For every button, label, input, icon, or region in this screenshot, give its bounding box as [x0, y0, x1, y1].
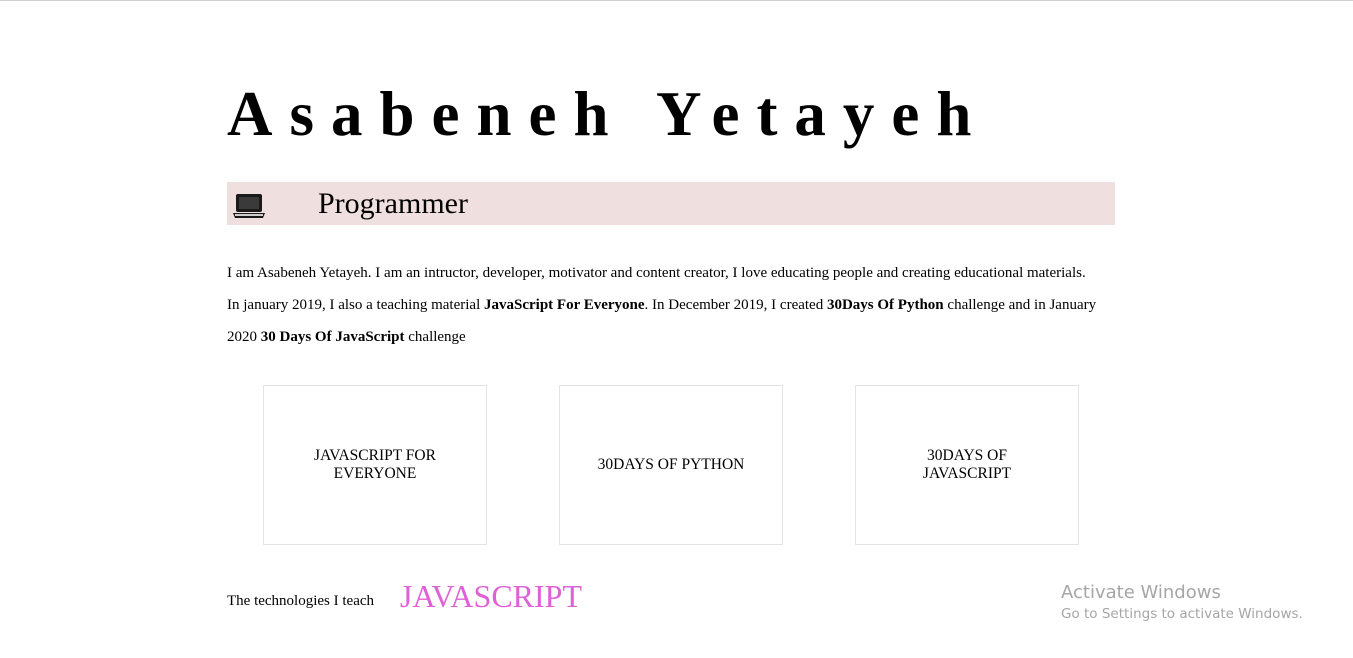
technologies-label: The technologies I teach [227, 593, 375, 609]
technology-name: JAVASCRIPT [400, 578, 583, 614]
top-divider [0, 0, 1353, 1]
activate-windows-watermark: Activate Windows Go to Settings to activ… [1061, 582, 1303, 624]
role-banner: Programmer [227, 182, 1115, 225]
card-label: JAVASCRIPT FOR EVERYONE [314, 447, 436, 483]
card-label: 30DAYS OF JAVASCRIPT [923, 447, 1011, 483]
bio-paragraph: I am Asabeneh Yetayeh. I am an intructor… [227, 257, 1097, 353]
watermark-subtitle: Go to Settings to activate Windows. [1061, 606, 1303, 622]
card-30days-of-python[interactable]: 30DAYS OF PYTHON [559, 385, 783, 545]
watermark-title: Activate Windows [1061, 582, 1221, 603]
laptop-icon [231, 192, 267, 220]
bio-text: . In December 2019, I created [644, 297, 827, 313]
card-30days-of-javascript[interactable]: 30DAYS OF JAVASCRIPT [855, 385, 1079, 545]
bio-highlight: JavaScript For Everyone [484, 297, 645, 313]
card-label-line: 30DAYS OF PYTHON [597, 456, 745, 473]
challenge-cards: JAVASCRIPT FOR EVERYONE 30DAYS OF PYTHON… [263, 385, 1079, 545]
card-javascript-for-everyone[interactable]: JAVASCRIPT FOR EVERYONE [263, 385, 487, 545]
card-label-line: EVERYONE [333, 465, 417, 482]
role-label: Programmer [318, 187, 468, 220]
card-label: 30DAYS OF PYTHON [598, 456, 745, 474]
bio-text: challenge [404, 329, 466, 345]
card-label-line: 30DAYS OF [927, 447, 1007, 464]
card-label-line: JAVASCRIPT [922, 465, 1012, 482]
bio-highlight: 30 Days Of JavaScript [260, 329, 405, 345]
page-title: Asabeneh Yetayeh [227, 79, 989, 149]
bio-highlight: 30Days Of Python [826, 297, 944, 313]
card-label-line: JAVASCRIPT FOR [314, 447, 436, 464]
